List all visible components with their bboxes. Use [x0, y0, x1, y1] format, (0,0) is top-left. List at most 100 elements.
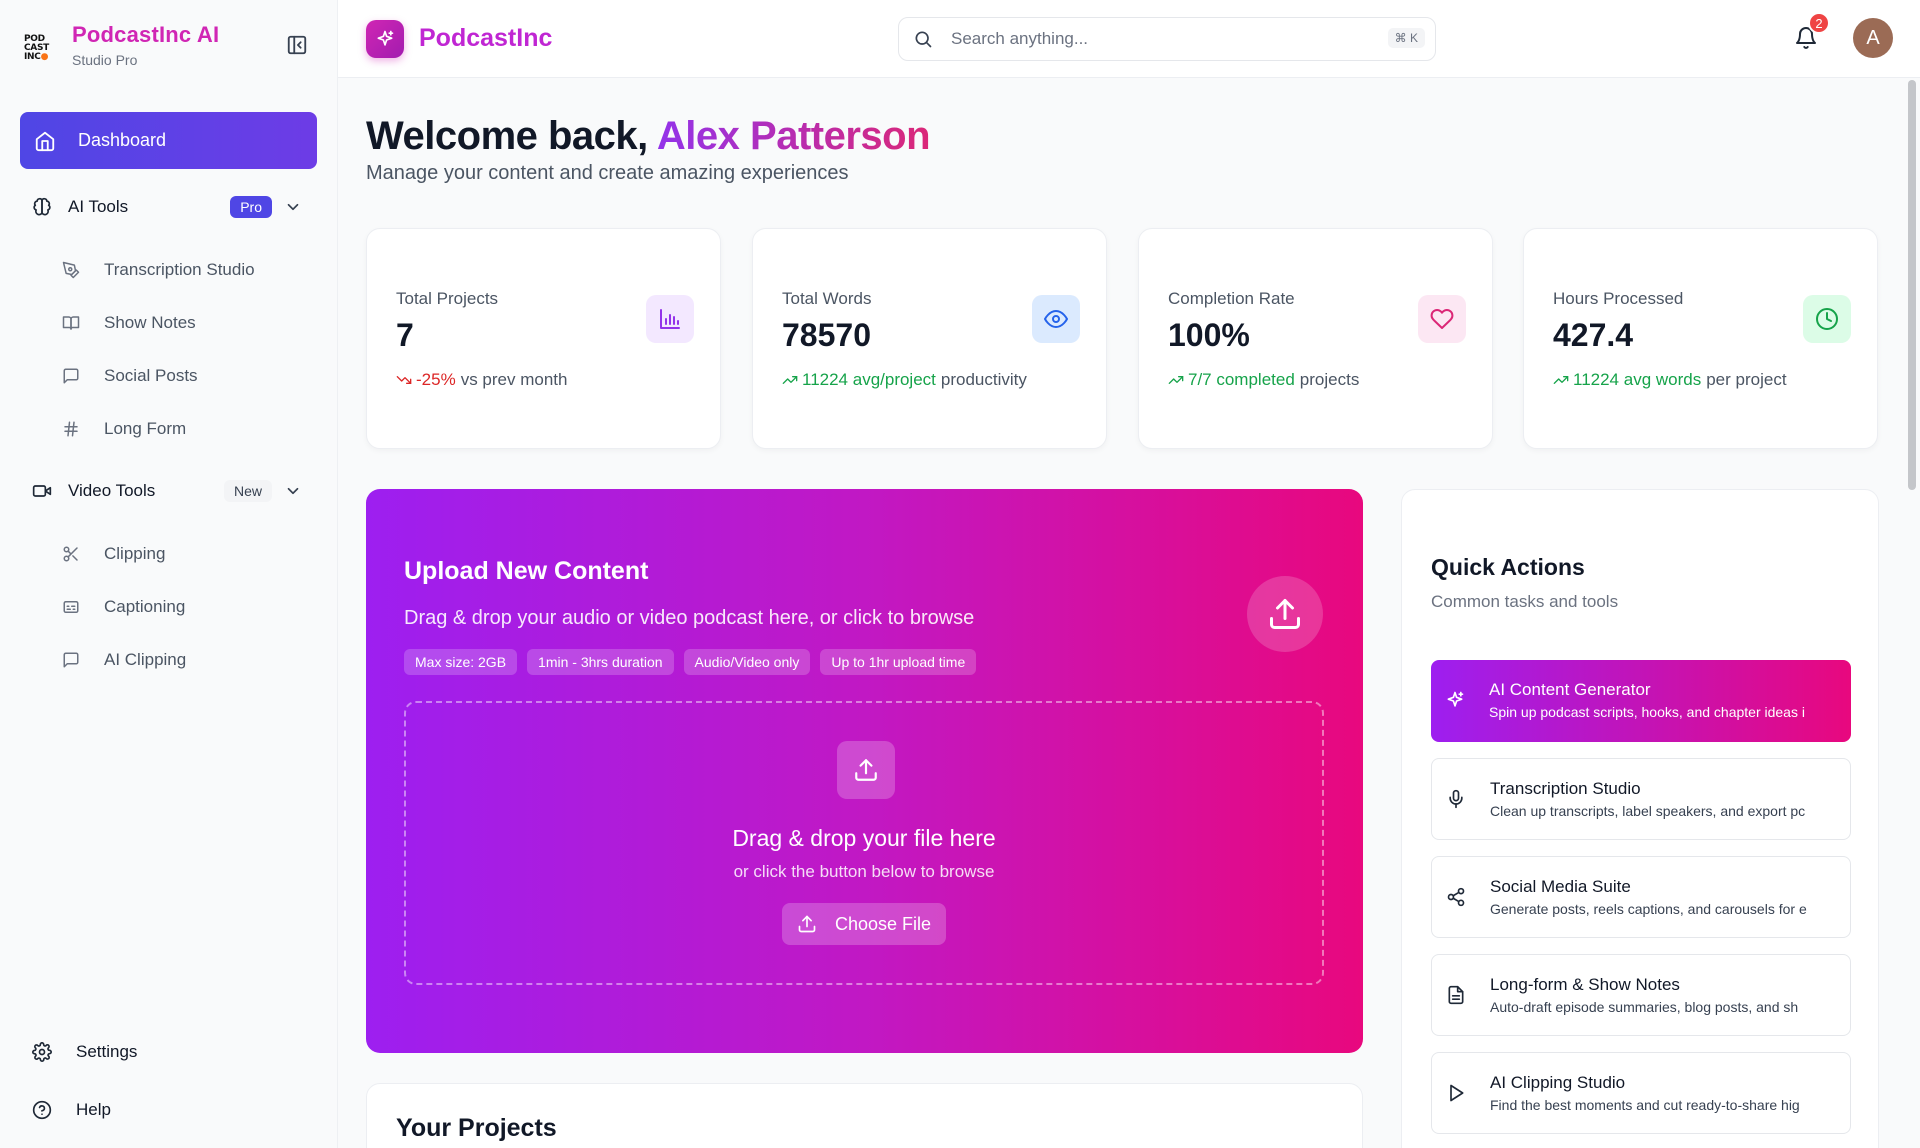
stat-label: Total Words [782, 289, 872, 308]
quick-actions-title: Quick Actions [1431, 554, 1585, 580]
sidebar-group-label: Video Tools [68, 481, 156, 500]
dropzone[interactable]: Drag & drop your file here or click the … [404, 701, 1324, 985]
sidebar-item-label: Social Posts [104, 366, 198, 385]
constraint-chip: Max size: 2GB [404, 649, 518, 675]
stat-note: 11224 avg words per project [1553, 370, 1787, 390]
heart-icon [1418, 295, 1466, 343]
stat-note: 11224 avg/project productivity [782, 370, 1027, 390]
upload-constraints: Max size: 2GB 1min - 3hrs duration Audio… [404, 649, 986, 675]
quick-action-transcription-studio[interactable]: Transcription Studio Clean up transcript… [1431, 758, 1851, 840]
quick-action-ai-clipping-studio[interactable]: AI Clipping Studio Find the best moments… [1431, 1052, 1851, 1134]
stat-value: 7 [396, 317, 414, 353]
page-subtitle: Manage your content and create amazing e… [366, 162, 849, 184]
projects-panel: Your Projects [366, 1083, 1363, 1148]
book-icon [62, 314, 80, 332]
sidebar-group-ai-tools[interactable]: AI Tools Pro [32, 196, 302, 218]
home-icon [34, 130, 56, 152]
sidebar-item-label: Dashboard [78, 130, 167, 150]
upload-panel[interactable]: Upload New Content Drag & drop your audi… [366, 489, 1363, 1053]
constraint-chip: 1min - 3hrs duration [527, 649, 674, 675]
document-icon [1446, 985, 1466, 1005]
sidebar-item-label: AI Clipping [104, 650, 187, 669]
sidebar-group-video-tools[interactable]: Video Tools New [32, 480, 302, 502]
quick-action-title: Transcription Studio [1490, 779, 1641, 798]
sidebar-item-label: Captioning [104, 597, 186, 616]
stat-suffix: vs prev month [460, 370, 568, 389]
sidebar-item-show-notes[interactable]: Show Notes [62, 313, 196, 333]
stat-label: Completion Rate [1168, 289, 1295, 308]
quick-action-title: AI Content Generator [1489, 680, 1651, 699]
choose-file-label: Choose File [834, 913, 932, 934]
notification-badge: 2 [1808, 12, 1830, 34]
hash-icon [62, 420, 80, 438]
quick-action-social-media-suite[interactable]: Social Media Suite Generate posts, reels… [1431, 856, 1851, 938]
stat-note: -25% vs prev month [396, 370, 567, 390]
scissors-icon [62, 545, 80, 563]
choose-file-button[interactable]: Choose File [782, 903, 946, 945]
avatar[interactable]: A [1853, 18, 1893, 58]
search-input[interactable]: Search anything... ⌘ K [898, 17, 1436, 61]
eye-icon [1032, 295, 1080, 343]
upload-title: Upload New Content [404, 557, 649, 585]
sidebar-item-label: Transcription Studio [104, 260, 255, 279]
sidebar-item-clipping[interactable]: Clipping [62, 544, 165, 564]
stat-suffix: per project [1706, 370, 1787, 389]
upload-icon [837, 741, 895, 799]
upload-description: Drag & drop your audio or video podcast … [404, 607, 975, 629]
quick-action-ai-content-generator[interactable]: AI Content Generator Spin up podcast scr… [1431, 660, 1851, 742]
sidebar-item-long-form[interactable]: Long Form [62, 419, 186, 439]
sidebar-item-dashboard[interactable]: Dashboard [20, 112, 317, 169]
stat-highlight: -25% [416, 370, 456, 389]
search-icon [913, 29, 933, 49]
podcastinc-logo: POD CAST INC● [24, 34, 49, 62]
chevron-down-icon[interactable] [284, 198, 302, 216]
search-placeholder: Search anything... [951, 29, 1089, 48]
trend-up-icon [1168, 372, 1184, 388]
sidebar-collapse-icon[interactable] [286, 34, 308, 56]
trend-down-icon [396, 372, 412, 388]
stat-card-total-words: Total Words 78570 11224 avg/project prod… [752, 228, 1107, 449]
sidebar-item-transcription-studio[interactable]: Transcription Studio [62, 260, 255, 280]
page-scrollbar[interactable] [1908, 80, 1916, 490]
sidebar-item-settings[interactable]: Settings [32, 1042, 137, 1062]
sidebar-item-label: Clipping [104, 544, 166, 563]
new-badge: New [223, 480, 272, 502]
quick-action-description: Clean up transcripts, label speakers, an… [1490, 803, 1806, 819]
sidebar-item-captioning[interactable]: Captioning [62, 597, 185, 617]
constraint-chip: Audio/Video only [683, 649, 811, 675]
clock-icon [1803, 295, 1851, 343]
quick-actions-panel: Quick Actions Common tasks and tools AI … [1401, 489, 1879, 1148]
brain-icon [32, 197, 52, 217]
video-icon [32, 481, 52, 501]
stat-highlight: 11224 avg words [1573, 370, 1702, 389]
upload-icon [798, 915, 816, 933]
brand-subtitle: Studio Pro [72, 52, 138, 68]
sidebar-group-label: AI Tools [68, 197, 129, 216]
quick-action-long-form-show-notes[interactable]: Long-form & Show Notes Auto-draft episod… [1431, 954, 1851, 1036]
app-title: PodcastInc [419, 24, 553, 52]
stat-value: 78570 [782, 317, 871, 353]
dropzone-subtitle: or click the button below to browse [733, 862, 995, 881]
quick-action-title: Social Media Suite [1490, 877, 1631, 896]
sidebar-item-help[interactable]: Help [32, 1100, 111, 1120]
sparkles-icon [1445, 690, 1465, 710]
stat-highlight: 7/7 completed [1188, 370, 1295, 389]
quick-action-title: AI Clipping Studio [1490, 1073, 1626, 1092]
brand-name: PodcastInc AI [72, 22, 220, 47]
brand[interactable]: POD CAST INC● PodcastInc AI Studio Pro [24, 22, 219, 68]
upload-icon[interactable] [1247, 576, 1323, 652]
sparkles-icon[interactable] [366, 20, 404, 58]
stat-card-hours-processed: Hours Processed 427.4 11224 avg words pe… [1523, 228, 1878, 449]
stat-value: 427.4 [1553, 317, 1634, 353]
play-icon [1446, 1083, 1466, 1103]
trend-up-icon [1553, 372, 1569, 388]
quick-action-description: Auto-draft episode summaries, blog posts… [1490, 999, 1799, 1015]
sidebar-item-social-posts[interactable]: Social Posts [62, 366, 198, 386]
sidebar-item-label: Long Form [104, 419, 187, 438]
quick-action-description: Spin up podcast scripts, hooks, and chap… [1489, 704, 1805, 720]
chevron-down-icon[interactable] [284, 482, 302, 500]
gear-icon [32, 1042, 52, 1062]
sidebar-item-ai-clipping[interactable]: AI Clipping [62, 650, 186, 670]
stat-label: Total Projects [396, 289, 499, 308]
stat-value: 100% [1168, 317, 1250, 353]
